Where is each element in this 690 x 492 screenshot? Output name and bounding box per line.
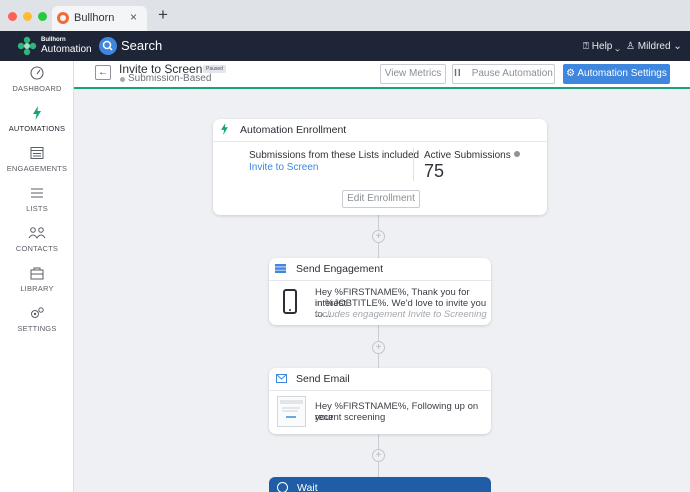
browser-tab[interactable]: Bullhorn × [52, 6, 147, 31]
enrollment-card[interactable]: Automation Enrollment Submissions from t… [213, 119, 547, 215]
status-badge: Paused [203, 65, 226, 73]
add-step-button[interactable]: + [372, 341, 385, 354]
user-icon: ♙ [626, 41, 638, 52]
sidebar-item-label: CONTACTS [15, 244, 59, 253]
status-dot-icon [120, 77, 125, 82]
phone-icon [283, 289, 297, 314]
pause-icon: II [454, 68, 462, 79]
send-engagement-card[interactable]: Send Engagement Hey %FIRSTNAME%, Thank y… [269, 258, 491, 325]
gauge-icon [30, 66, 44, 80]
sidebar-item-label: DASHBOARD [12, 84, 62, 93]
active-submissions-label: Active Submissions [424, 150, 520, 161]
page-header: ← Invite to Screen Paused Submission-Bas… [74, 61, 690, 87]
search-icon[interactable] [99, 37, 117, 55]
send-email-card[interactable]: Send Email Hey %FIRSTNAME%, Following up… [269, 368, 491, 434]
page-subtitle: Submission-Based [128, 73, 212, 84]
sidebar-item-label: LIBRARY [20, 284, 54, 293]
sidebar-item-dashboard[interactable]: DASHBOARD [0, 66, 74, 93]
sidebar-item-lists[interactable]: LISTS [0, 186, 74, 213]
header-underline [74, 87, 690, 89]
user-name: Mildred [637, 41, 671, 52]
add-step-button[interactable]: + [372, 230, 385, 243]
sidebar: DASHBOARD AUTOMATIONS ENGAGEMENTS LISTS … [0, 61, 74, 492]
sidebar-item-label: ENGAGEMENTS [6, 164, 68, 173]
card-header: Automation Enrollment [213, 119, 547, 142]
view-metrics-button[interactable]: View Metrics [380, 64, 446, 84]
bolt-icon [220, 123, 229, 138]
contacts-icon [28, 227, 46, 239]
lists-label: Submissions from these Lists included [249, 150, 420, 161]
new-tab-button[interactable]: + [158, 5, 168, 25]
card-title: Send Email [296, 373, 350, 385]
app-header: Bullhorn Automation Search ⍰ Help ⌄ ♙ Mi… [0, 31, 690, 61]
mail-icon [276, 374, 287, 383]
active-submissions-text: Active Submissions [424, 150, 511, 161]
tab-title: Bullhorn [74, 12, 115, 24]
automation-settings-button[interactable]: ⚙ Automation Settings [563, 64, 670, 84]
engagement-includes: includes engagement Invite to Screening [315, 309, 487, 320]
minimize-window-button[interactable] [23, 12, 32, 21]
sidebar-item-library[interactable]: LIBRARY [0, 266, 74, 293]
divider [413, 148, 414, 181]
chevron-down-icon: ⌄ [615, 41, 620, 52]
engagements-icon [30, 147, 44, 159]
back-button[interactable]: ← [95, 65, 111, 80]
list-link[interactable]: Invite to Screen [249, 162, 318, 173]
library-icon [30, 267, 44, 280]
engagement-icon [275, 264, 286, 273]
chevron-down-icon: ⌄ [673, 41, 682, 52]
user-menu[interactable]: ♙ Mildred ⌄ [626, 41, 682, 52]
sidebar-item-label: AUTOMATIONS [8, 124, 66, 133]
help-icon: ⍰ [583, 41, 592, 52]
email-preview-line2: recent screening [315, 412, 386, 423]
browser-chrome: Bullhorn × + [0, 0, 690, 31]
email-thumbnail-icon [277, 396, 306, 427]
wait-card[interactable]: Wait [269, 477, 491, 492]
card-title: Automation Enrollment [240, 124, 347, 136]
sidebar-item-label: SETTINGS [17, 324, 57, 333]
help-menu[interactable]: ⍰ Help ⌄ [583, 41, 620, 52]
automation-settings-label: Automation Settings [577, 68, 667, 79]
sidebar-item-engagements[interactable]: ENGAGEMENTS [0, 146, 74, 173]
sidebar-item-contacts[interactable]: CONTACTS [0, 226, 74, 253]
card-title: Wait [297, 482, 318, 492]
logo-brand: Bullhorn [41, 37, 66, 43]
logo-product: Automation [41, 44, 92, 55]
bullhorn-logo-icon[interactable] [17, 36, 37, 56]
add-step-button[interactable]: + [372, 449, 385, 462]
list-icon [31, 188, 43, 198]
clock-icon [277, 482, 288, 492]
bolt-icon [33, 106, 41, 120]
settings-gear-icon: ⚙ [566, 68, 576, 79]
card-header: Send Email [269, 368, 491, 391]
gear-icon [31, 307, 44, 318]
maximize-window-button[interactable] [38, 12, 47, 21]
edit-enrollment-button[interactable]: Edit Enrollment [342, 190, 420, 208]
active-submissions-count: 75 [424, 161, 445, 181]
pause-automation-button[interactable]: II Pause Automation [452, 64, 555, 84]
sidebar-item-settings[interactable]: SETTINGS [0, 306, 74, 333]
tab-close-icon[interactable]: × [130, 10, 137, 24]
card-title: Send Engagement [296, 263, 383, 275]
help-label: Help [591, 41, 613, 52]
card-header: Send Engagement [269, 258, 491, 281]
bullhorn-favicon-icon [57, 12, 69, 24]
info-icon[interactable] [513, 151, 520, 157]
close-window-button[interactable] [8, 12, 17, 21]
sidebar-item-label: LISTS [26, 204, 48, 213]
pause-automation-label: Pause Automation [471, 68, 553, 79]
search-label[interactable]: Search [121, 38, 162, 53]
sidebar-item-automations[interactable]: AUTOMATIONS [0, 106, 74, 133]
